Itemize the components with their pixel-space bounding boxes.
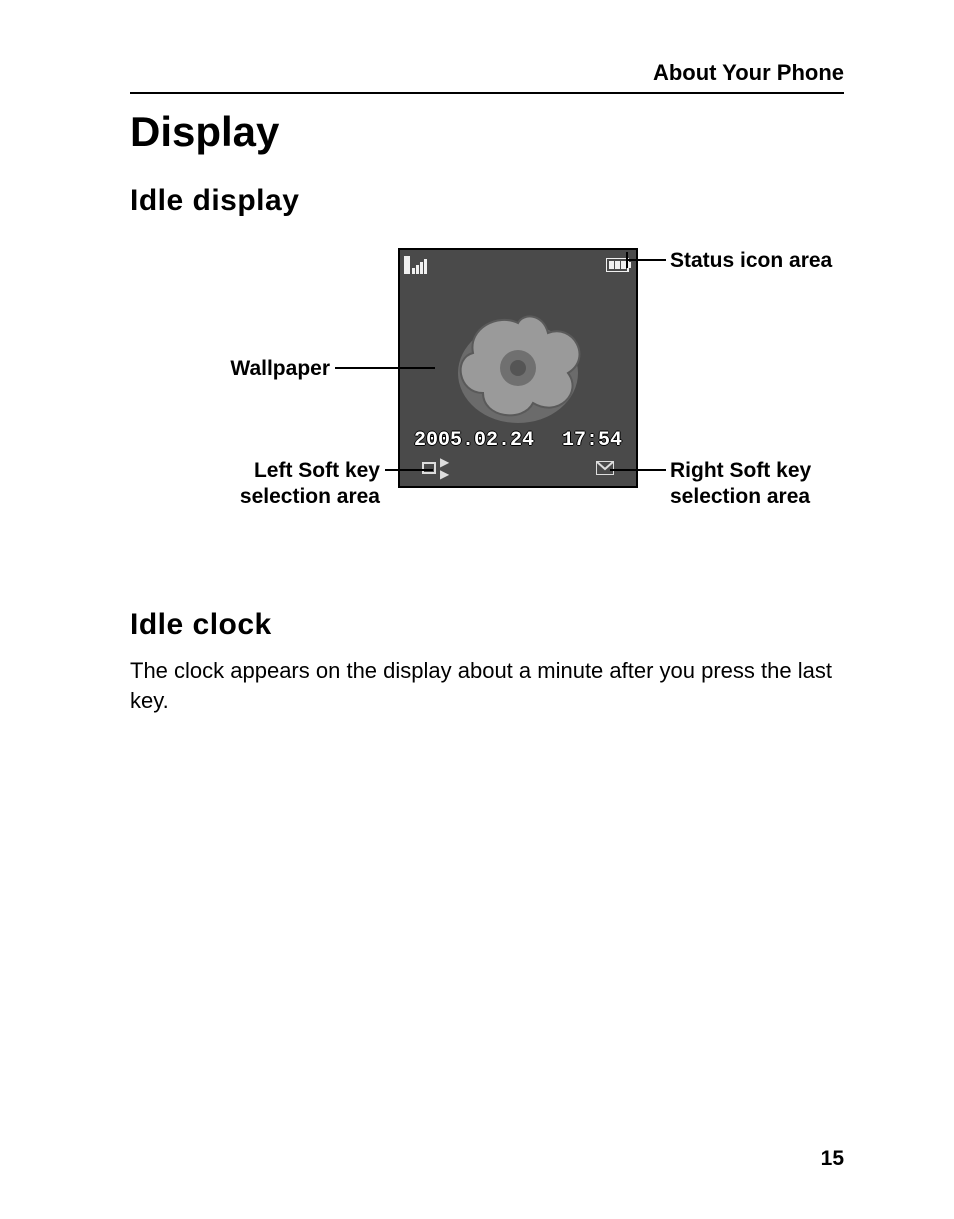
- leader-status: [628, 259, 666, 261]
- section-heading-idle-display: Idle display: [130, 184, 844, 218]
- leader-left-softkey: [385, 469, 433, 471]
- running-header: About Your Phone: [130, 60, 844, 92]
- label-wallpaper: Wallpaper: [130, 356, 330, 382]
- idle-clock-body: The clock appears on the display about a…: [130, 656, 844, 715]
- label-left-softkey-line2: selection area: [130, 484, 380, 510]
- leader-status-tick: [626, 252, 628, 268]
- section-heading-idle-clock: Idle clock: [130, 608, 844, 642]
- label-right-softkey-line2: selection area: [670, 484, 810, 510]
- header-rule: [130, 92, 844, 94]
- wallpaper-flower: [443, 298, 593, 428]
- screen-time: 17:54: [562, 429, 622, 452]
- label-status-icon-area: Status icon area: [670, 248, 832, 274]
- screen-date: 2005.02.24: [414, 429, 534, 452]
- idle-display-figure: 2005.02.24 17:54 ▶▶ Wallpaper Left Soft …: [130, 248, 844, 578]
- page-title: Display: [130, 108, 844, 156]
- status-bar: [404, 254, 632, 276]
- signal-icon: [404, 256, 430, 274]
- page-number: 15: [821, 1147, 844, 1171]
- label-left-softkey-line1: Left Soft key: [130, 458, 380, 484]
- leader-wallpaper: [335, 367, 435, 369]
- left-softkey-icon: ▶▶: [422, 456, 449, 480]
- leader-right-softkey: [610, 469, 666, 471]
- right-softkey-envelope-icon: [596, 461, 614, 475]
- label-right-softkey-line1: Right Soft key: [670, 458, 811, 484]
